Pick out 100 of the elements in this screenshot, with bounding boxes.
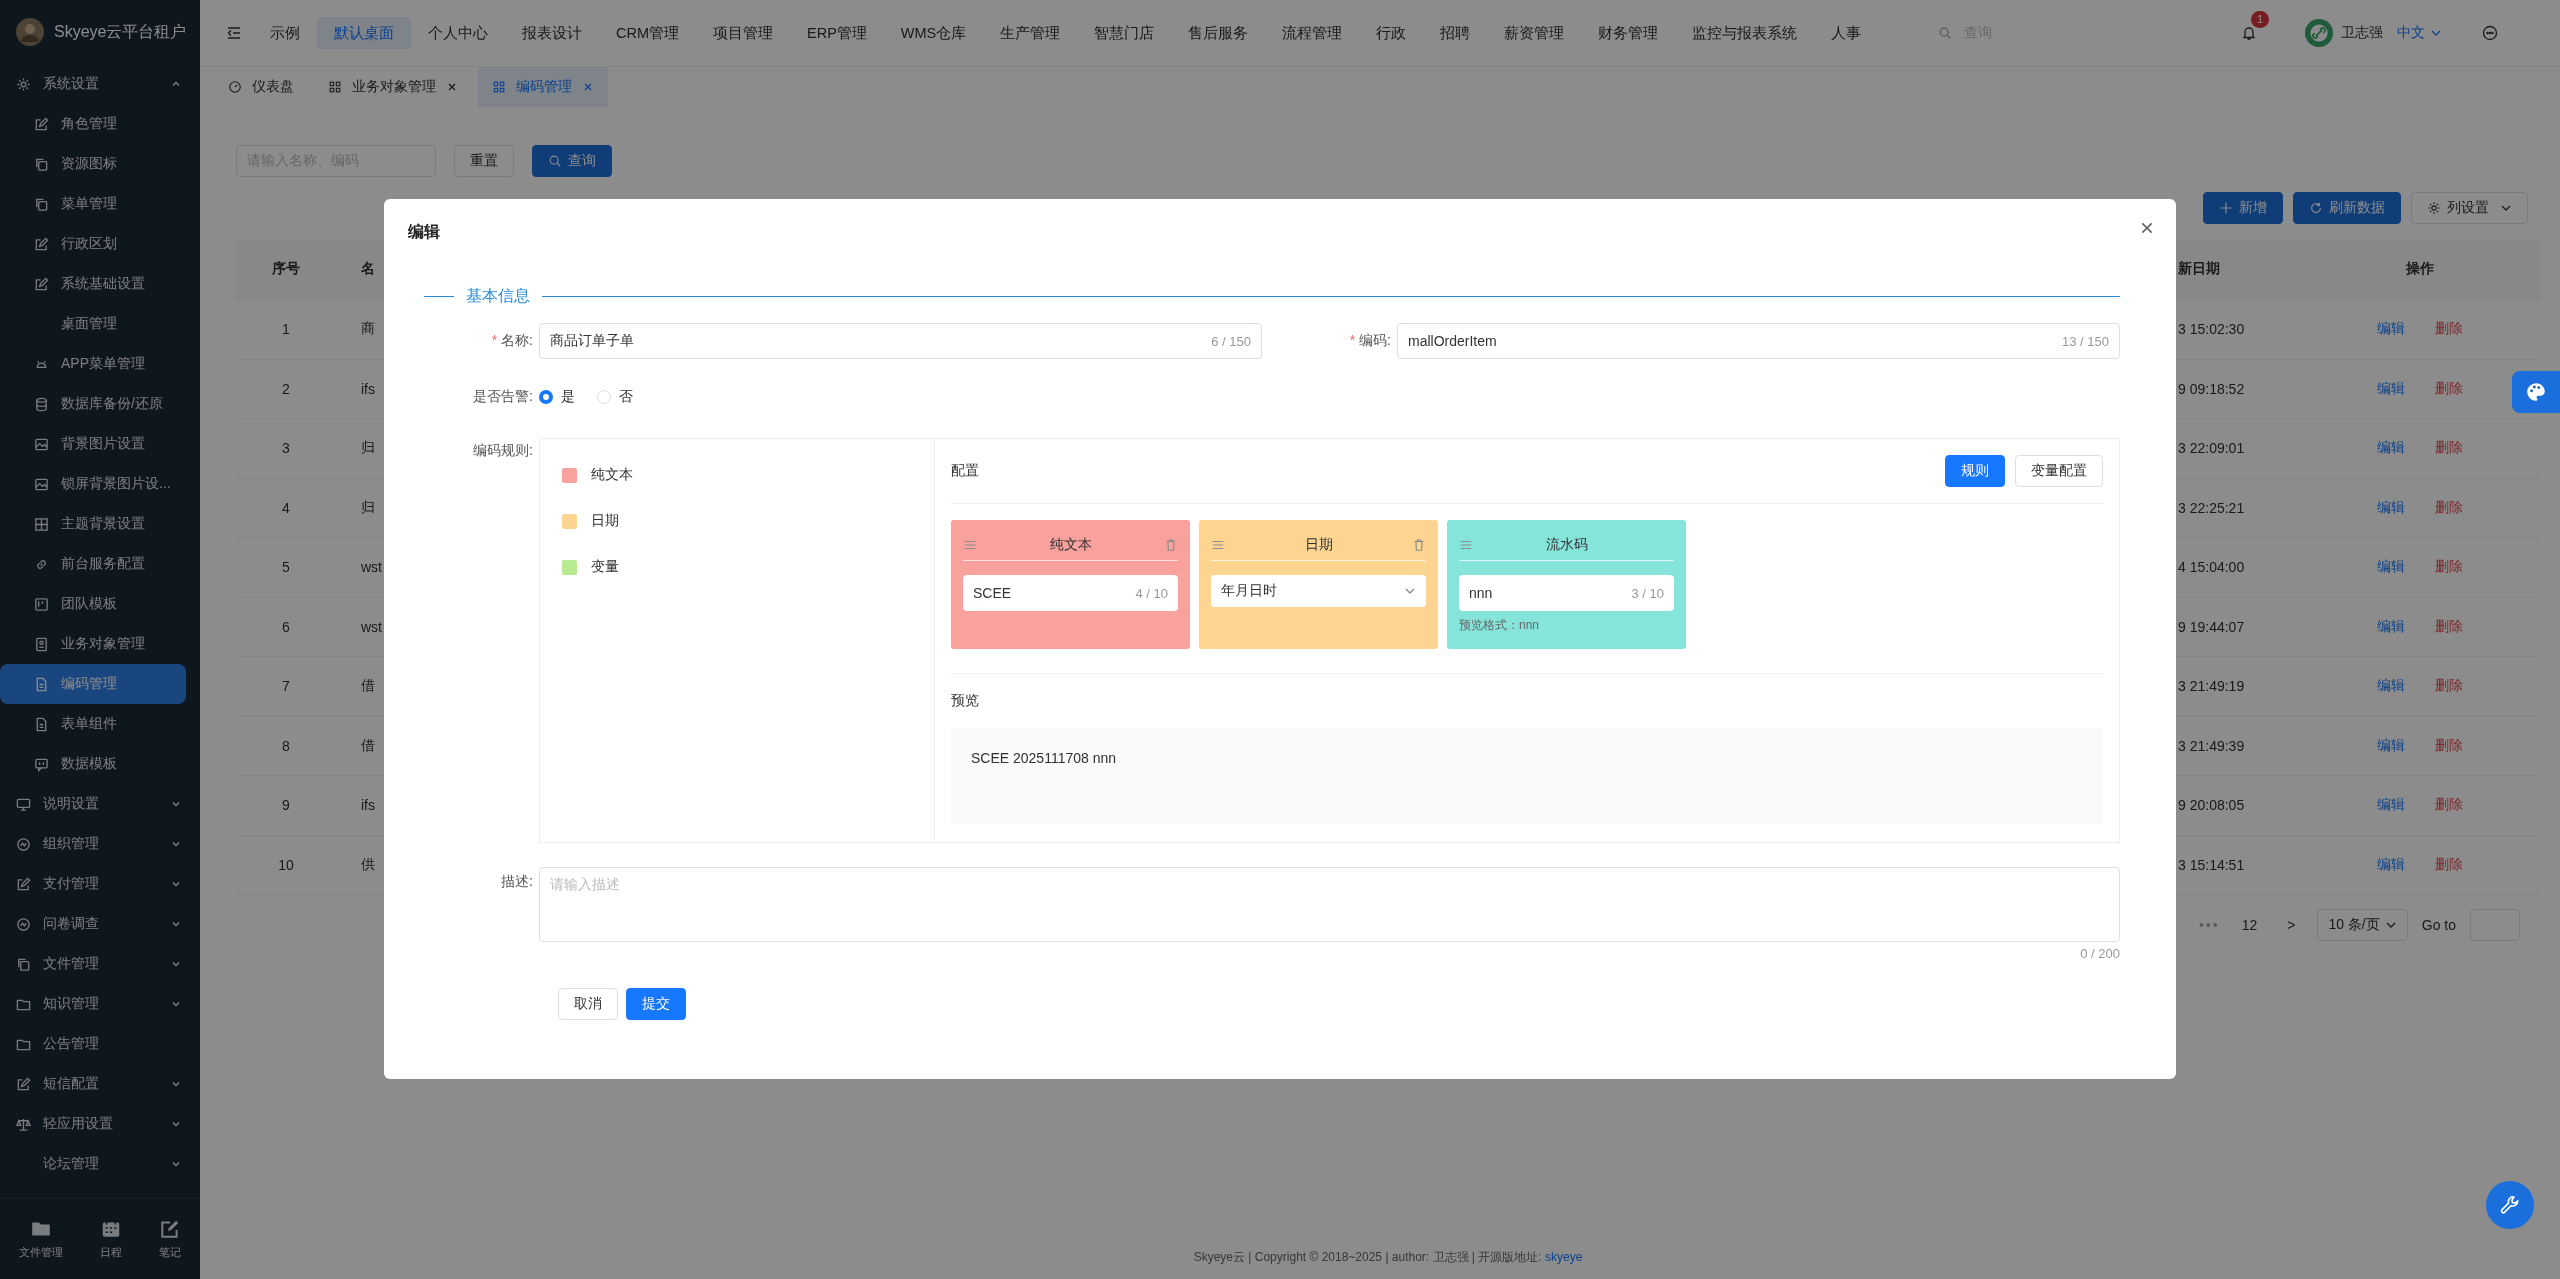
nav-tab[interactable]: 报表设计 <box>505 17 599 49</box>
edit-link[interactable]: 编辑 <box>2377 796 2405 815</box>
rule-type-item[interactable]: 变量 <box>562 557 912 577</box>
sidebar-item[interactable]: 问卷调查 <box>0 904 200 944</box>
delete-link[interactable]: 删除 <box>2435 379 2463 398</box>
edit-link[interactable]: 编辑 <box>2377 855 2405 874</box>
nav-tab[interactable]: 个人中心 <box>411 17 505 49</box>
user-name[interactable]: 卫志强 <box>2341 24 2383 42</box>
nav-tab[interactable]: 示例 <box>253 17 317 49</box>
sidebar-item[interactable]: 组织管理 <box>0 824 200 864</box>
close-icon[interactable] <box>582 81 594 93</box>
sidebar-shortcut[interactable]: 笔记 <box>159 1218 182 1260</box>
nav-tab[interactable]: 招聘 <box>1423 17 1488 49</box>
nav-tab[interactable]: WMS仓库 <box>883 17 984 49</box>
close-icon[interactable] <box>2140 221 2154 235</box>
sidebar-item[interactable]: 文件管理 <box>0 944 200 984</box>
page-tab[interactable]: 仪表盘 <box>214 67 308 107</box>
sidebar-item[interactable]: 公告管理 <box>0 1024 200 1064</box>
menu-icon[interactable] <box>226 25 242 41</box>
page-tab[interactable]: 编码管理 <box>478 67 608 107</box>
delete-link[interactable]: 删除 <box>2435 558 2463 577</box>
sidebar-item[interactable]: 系统设置 <box>0 64 200 104</box>
chat-icon[interactable] <box>2482 25 2498 41</box>
variable-config-button[interactable]: 变量配置 <box>2015 455 2103 487</box>
sidebar-item[interactable]: 轻应用设置 <box>0 1104 200 1144</box>
add-button[interactable]: 新增 <box>2203 192 2283 224</box>
sidebar-item[interactable]: 前台服务配置 <box>0 544 200 584</box>
segment-input[interactable]: nnn 3 / 10 <box>1459 575 1674 611</box>
reset-button[interactable]: 重置 <box>454 145 514 177</box>
sidebar-item[interactable]: 角色管理 <box>0 104 200 144</box>
avatar-icon[interactable] <box>2305 19 2333 47</box>
nav-tab[interactable]: ERP管理 <box>790 17 884 49</box>
edit-link[interactable]: 编辑 <box>2377 736 2405 755</box>
sidebar-item[interactable]: 数据库备份/还原 <box>0 384 200 424</box>
delete-link[interactable]: 删除 <box>2435 617 2463 636</box>
edit-link[interactable]: 编辑 <box>2377 439 2405 458</box>
delete-link[interactable]: 删除 <box>2435 320 2463 339</box>
language-dropdown[interactable]: 中文 <box>2397 24 2442 42</box>
sidebar-shortcut[interactable]: 日程 <box>100 1218 122 1260</box>
trash-icon[interactable] <box>1412 538 1426 552</box>
tools-button[interactable] <box>2486 1181 2534 1229</box>
cancel-button[interactable]: 取消 <box>558 988 618 1020</box>
nav-tab[interactable]: 人事 <box>1814 17 1879 49</box>
nav-tab[interactable]: 行政 <box>1359 17 1424 49</box>
sidebar-item[interactable]: 团队模板 <box>0 584 200 624</box>
radio-option[interactable]: 否 <box>597 388 633 406</box>
sidebar-item[interactable]: 主题背景设置 <box>0 504 200 544</box>
sidebar-item[interactable]: 知识管理 <box>0 984 200 1024</box>
source-link[interactable]: skyeye <box>1545 1249 1583 1264</box>
delete-link[interactable]: 删除 <box>2435 796 2463 815</box>
submit-button[interactable]: 提交 <box>626 988 686 1020</box>
refresh-button[interactable]: 刷新数据 <box>2293 192 2401 224</box>
sidebar-item[interactable]: 背景图片设置 <box>0 424 200 464</box>
drag-handle-icon[interactable] <box>1211 538 1225 552</box>
sidebar-item[interactable]: APP菜单管理 <box>0 344 200 384</box>
nav-tab[interactable]: 智慧门店 <box>1077 17 1172 49</box>
sidebar-item[interactable]: 锁屏背景图片设... <box>0 464 200 504</box>
format-select[interactable]: 年月日时 <box>1211 575 1426 607</box>
name-field[interactable]: 商品订单子单 6 / 150 <box>539 323 1262 359</box>
edit-link[interactable]: 编辑 <box>2377 498 2405 517</box>
page-number[interactable]: 12 <box>2233 917 2266 933</box>
trash-icon[interactable] <box>1164 538 1178 552</box>
page-tab[interactable]: 业务对象管理 <box>314 67 472 107</box>
page-size-select[interactable]: 10 条/页 <box>2317 909 2408 941</box>
delete-link[interactable]: 删除 <box>2435 498 2463 517</box>
nav-tab[interactable]: 流程管理 <box>1265 17 1360 49</box>
sidebar-item[interactable]: 资源图标 <box>0 144 200 184</box>
bell-icon[interactable] <box>2241 25 2257 41</box>
nav-tab[interactable]: 项目管理 <box>696 17 791 49</box>
next-page[interactable]: > <box>2279 917 2304 933</box>
code-field[interactable]: mallOrderItem 13 / 150 <box>1397 323 2120 359</box>
edit-link[interactable]: 编辑 <box>2377 320 2405 339</box>
edit-link[interactable]: 编辑 <box>2377 677 2405 696</box>
delete-link[interactable]: 删除 <box>2435 736 2463 755</box>
segment-input[interactable]: SCEE 4 / 10 <box>963 575 1178 611</box>
sidebar-item[interactable]: 说明设置 <box>0 784 200 824</box>
nav-tab[interactable]: 财务管理 <box>1581 17 1676 49</box>
drag-handle-icon[interactable] <box>1459 538 1473 552</box>
sidebar-item[interactable]: 数据模板 <box>0 744 200 784</box>
sidebar-item[interactable]: 支付管理 <box>0 864 200 904</box>
sidebar-item[interactable]: 表单组件 <box>0 704 200 744</box>
close-icon[interactable] <box>446 81 458 93</box>
column-settings-button[interactable]: 列设置 <box>2411 192 2528 224</box>
radio-button[interactable] <box>539 390 553 404</box>
theme-button[interactable] <box>2512 371 2560 413</box>
nav-tab[interactable]: 生产管理 <box>983 17 1078 49</box>
sidebar-item[interactable]: 论坛管理 <box>0 1144 200 1184</box>
sidebar-item[interactable]: 系统基础设置 <box>0 264 200 304</box>
nav-tab[interactable]: CRM管理 <box>599 17 697 49</box>
rule-type-item[interactable]: 纯文本 <box>562 465 912 485</box>
sidebar-item[interactable]: 桌面管理 <box>0 304 200 344</box>
sidebar-shortcut[interactable]: 文件管理 <box>18 1218 63 1260</box>
sidebar-item[interactable]: 菜单管理 <box>0 184 200 224</box>
drag-handle-icon[interactable] <box>963 538 977 552</box>
delete-link[interactable]: 删除 <box>2435 439 2463 458</box>
sidebar-item[interactable]: 行政区划 <box>0 224 200 264</box>
sidebar-item[interactable]: 短信配置 <box>0 1064 200 1104</box>
sidebar-item[interactable]: 业务对象管理 <box>0 624 200 664</box>
edit-link[interactable]: 编辑 <box>2377 379 2405 398</box>
nav-tab[interactable]: 默认桌面 <box>317 17 411 49</box>
